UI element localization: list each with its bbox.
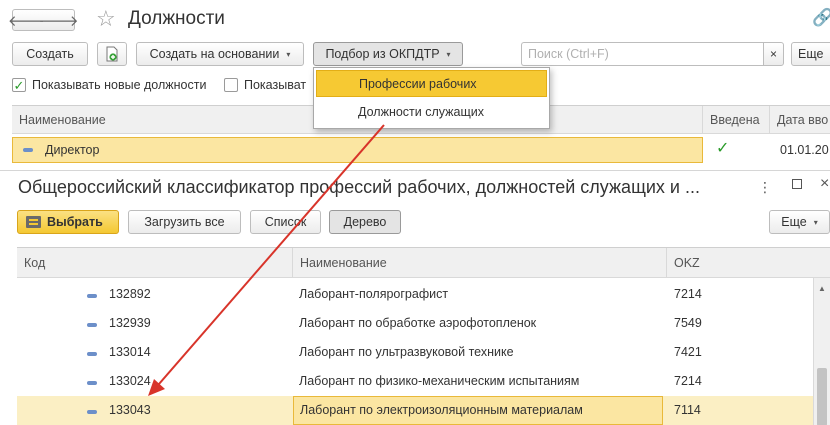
column-header-introduced[interactable]: Введена	[703, 106, 770, 134]
chevron-down-icon: ▾	[446, 49, 451, 59]
scroll-up-icon[interactable]: ▲	[818, 284, 826, 293]
list-view-button[interactable]: Список	[250, 210, 321, 234]
row-name: Лаборант по ультразвуковой технике	[299, 345, 514, 359]
item-marker-icon	[87, 410, 97, 414]
menu-item-worker-professions[interactable]: Профессии рабочих	[316, 70, 547, 97]
okpdtr-dropdown-menu: Профессии рабочих Должности служащих	[313, 67, 550, 129]
row-okz: 7549	[674, 316, 702, 330]
tree-view-button[interactable]: Дерево	[329, 210, 401, 234]
code-cell: 132892	[17, 280, 290, 309]
create-button-label: Создать	[26, 47, 74, 61]
create-button[interactable]: Создать	[12, 42, 88, 66]
show-new-positions-label: Показывать новые должности	[32, 78, 207, 92]
row-code: 133014	[109, 345, 151, 359]
create-based-on-button[interactable]: Создать на основании ▾	[136, 42, 304, 66]
form-more-button[interactable]: Еще ▾	[769, 210, 830, 234]
form-title: Общероссийский классификатор профессий р…	[18, 177, 700, 197]
okpdtr-select-label: Подбор из ОКПДТР	[325, 47, 440, 61]
window-title: Должности	[128, 8, 225, 29]
item-marker-icon	[23, 148, 33, 152]
classifier-table: Код Наименование OKZ 132892 Лаборант-пол…	[17, 247, 830, 425]
row-code: 132892	[109, 287, 151, 301]
show-other-checkbox[interactable]: Показыват	[224, 78, 306, 92]
code-cell: 133043	[17, 396, 290, 425]
table-row[interactable]: Директор ✓ 01.01.20	[12, 137, 830, 163]
close-icon: ×	[769, 47, 777, 61]
row-name[interactable]: Лаборант по электроизоляционным материал…	[293, 396, 663, 425]
checkbox-checked-icon: ✓	[12, 77, 26, 93]
position-date: 01.01.20	[780, 143, 829, 157]
select-button[interactable]: Выбрать	[17, 210, 119, 234]
code-cell: 132939	[17, 309, 290, 338]
classifier-form: Общероссийский классификатор профессий р…	[0, 170, 830, 425]
check-icon: ✓	[716, 140, 730, 157]
position-name: Директор	[45, 143, 100, 157]
form-more-label: Еще	[781, 215, 807, 229]
chevron-down-icon: ▾	[813, 217, 818, 227]
nav-forward-button[interactable]: 🡒	[38, 9, 79, 31]
classifier-table-header: Код Наименование OKZ	[17, 248, 830, 278]
select-button-label: Выбрать	[47, 215, 103, 229]
scrollbar-thumb[interactable]	[817, 368, 827, 425]
favorite-star-icon[interactable]: ☆	[96, 6, 116, 32]
create-based-on-label: Создать на основании	[149, 47, 280, 61]
table-row[interactable]: 133014 Лаборант по ультразвуковой техник…	[17, 338, 813, 367]
column-header-name[interactable]: Наименование	[293, 248, 667, 278]
item-marker-icon	[87, 294, 97, 298]
more-button[interactable]: Еще	[791, 42, 830, 66]
show-new-positions-checkbox[interactable]: ✓ Показывать новые должности	[12, 78, 206, 92]
close-icon[interactable]: ×	[820, 175, 829, 193]
link-icon[interactable]: 🔗	[812, 8, 830, 28]
item-marker-icon	[87, 381, 97, 385]
table-row[interactable]: 132939 Лаборант по обработке аэрофотопле…	[17, 309, 813, 338]
chevron-down-icon: ▾	[286, 49, 291, 59]
position-name-cell[interactable]: Директор	[12, 137, 703, 163]
row-code: 132939	[109, 316, 151, 330]
show-other-label: Показыват	[244, 78, 307, 92]
document-plus-icon	[106, 46, 118, 62]
tree-view-label: Дерево	[343, 215, 387, 229]
row-name: Лаборант по обработке аэрофотопленок	[299, 316, 537, 330]
table-row[interactable]: 132892 Лаборант-полярографист 7214	[17, 280, 813, 309]
column-header-okz[interactable]: OKZ	[667, 248, 830, 278]
row-okz: 7114	[674, 403, 701, 417]
table-row[interactable]: 133024 Лаборант по физико-механическим и…	[17, 367, 813, 396]
more-button-label: Еще	[798, 47, 824, 61]
maximize-icon[interactable]	[792, 179, 802, 189]
column-header-date[interactable]: Дата вво	[770, 106, 830, 134]
select-list-icon	[26, 216, 41, 228]
item-marker-icon	[87, 323, 97, 327]
search-clear-button[interactable]: ×	[763, 42, 784, 66]
row-okz: 7214	[674, 287, 702, 301]
okpdtr-select-button[interactable]: Подбор из ОКПДТР ▾	[313, 42, 463, 66]
create-copy-button[interactable]	[97, 42, 127, 66]
list-view-label: Список	[264, 215, 307, 229]
row-name: Лаборант-полярографист	[299, 287, 449, 301]
code-cell: 133014	[17, 338, 290, 367]
vertical-scrollbar[interactable]: ▲	[813, 278, 830, 425]
row-code: 133043	[109, 403, 151, 417]
row-code: 133024	[109, 374, 151, 388]
more-vertical-icon[interactable]: ⋮	[758, 179, 772, 196]
row-okz: 7421	[674, 345, 702, 359]
table-row-selected[interactable]: 133043 Лаборант по электроизоляционным м…	[17, 396, 813, 425]
search-input[interactable]	[521, 42, 763, 66]
menu-item-employee-positions[interactable]: Должности служащих	[316, 99, 547, 126]
column-header-code[interactable]: Код	[17, 248, 293, 278]
row-name: Лаборант по физико-механическим испытани…	[299, 374, 580, 388]
load-all-button[interactable]: Загрузить все	[128, 210, 241, 234]
row-okz: 7214	[674, 374, 702, 388]
checkbox-unchecked-icon	[224, 78, 238, 92]
load-all-label: Загрузить все	[144, 215, 225, 229]
item-marker-icon	[87, 352, 97, 356]
code-cell: 133024	[17, 367, 290, 396]
